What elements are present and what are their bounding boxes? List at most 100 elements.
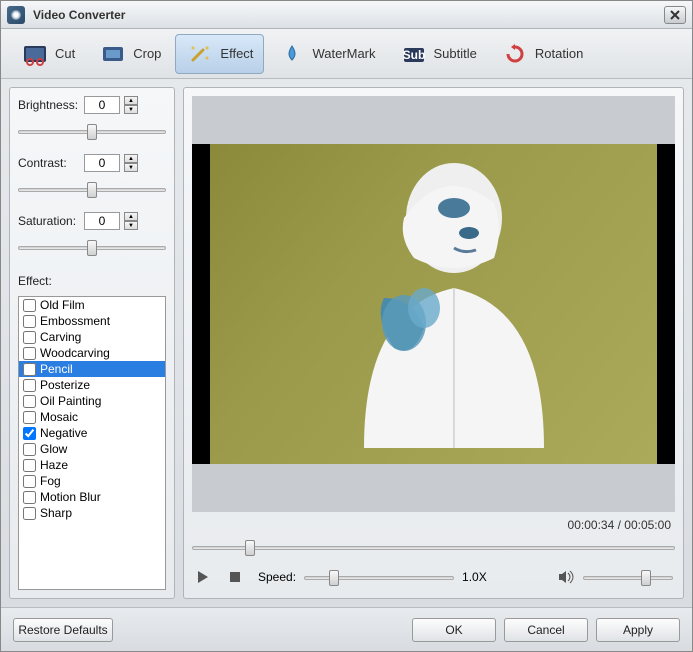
effect-item[interactable]: Woodcarving <box>19 345 165 361</box>
time-display: 00:00:34 / 00:05:00 <box>192 512 675 538</box>
video-converter-window: Video Converter Cut Crop Effect WaterMar… <box>0 0 693 652</box>
brightness-up[interactable]: ▲ <box>124 96 138 105</box>
saturation-input[interactable] <box>84 212 120 230</box>
effect-item[interactable]: Haze <box>19 457 165 473</box>
volume-button[interactable] <box>557 568 575 586</box>
tabbar: Cut Crop Effect WaterMark Sub Subtitle R… <box>1 29 692 79</box>
effect-checkbox[interactable] <box>23 443 36 456</box>
effect-checkbox[interactable] <box>23 475 36 488</box>
close-icon <box>670 10 680 20</box>
effect-checkbox[interactable] <box>23 411 36 424</box>
tab-crop[interactable]: Crop <box>89 35 171 73</box>
effect-checkbox[interactable] <box>23 491 36 504</box>
effect-name: Posterize <box>40 378 90 392</box>
effect-icon <box>186 41 214 67</box>
stop-button[interactable] <box>226 568 244 586</box>
effect-name: Negative <box>40 426 87 440</box>
apply-button[interactable]: Apply <box>596 618 680 642</box>
tab-label: Effect <box>220 46 253 61</box>
ok-button[interactable]: OK <box>412 618 496 642</box>
effect-item[interactable]: Carving <box>19 329 165 345</box>
effect-name: Carving <box>40 330 81 344</box>
video-figure <box>304 148 564 448</box>
tab-effect[interactable]: Effect <box>175 34 264 74</box>
effect-checkbox[interactable] <box>23 427 36 440</box>
bottom-bar: Restore Defaults OK Cancel Apply <box>1 607 692 651</box>
speed-value: 1.0X <box>462 570 487 584</box>
effect-checkbox[interactable] <box>23 363 36 376</box>
contrast-slider[interactable] <box>18 182 166 196</box>
effect-item[interactable]: Fog <box>19 473 165 489</box>
volume-control <box>557 568 673 586</box>
effect-name: Glow <box>40 442 67 456</box>
tab-subtitle[interactable]: Sub Subtitle <box>390 35 487 73</box>
effect-checkbox[interactable] <box>23 459 36 472</box>
current-time: 00:00:34 <box>568 518 615 532</box>
duration: 00:05:00 <box>624 518 671 532</box>
effect-item[interactable]: Oil Painting <box>19 393 165 409</box>
titlebar: Video Converter <box>1 1 692 29</box>
speed-label: Speed: <box>258 570 296 584</box>
effect-list-container: Old Film Embossment Carving Woodcarving Penc… <box>18 296 166 590</box>
speed-control: Speed: 1.0X <box>258 570 543 584</box>
brightness-input[interactable] <box>84 96 120 114</box>
saturation-slider[interactable] <box>18 240 166 254</box>
effect-item[interactable]: Motion Blur <box>19 489 165 505</box>
saturation-up[interactable]: ▲ <box>124 212 138 221</box>
effect-name: Old Film <box>40 298 85 312</box>
effect-name: Mosaic <box>40 410 78 424</box>
saturation-row: Saturation: ▲ ▼ <box>18 212 166 230</box>
brightness-down[interactable]: ▼ <box>124 105 138 114</box>
effect-name: Haze <box>40 458 68 472</box>
crop-icon <box>99 41 127 67</box>
brightness-spinner: ▲ ▼ <box>124 96 138 114</box>
effect-item[interactable]: Sharp <box>19 505 165 521</box>
effect-item[interactable]: Mosaic <box>19 409 165 425</box>
app-icon <box>7 6 25 24</box>
playback-controls: Speed: 1.0X <box>192 564 675 590</box>
tab-watermark[interactable]: WaterMark <box>268 35 385 73</box>
effect-checkbox[interactable] <box>23 379 36 392</box>
effect-list[interactable]: Old Film Embossment Carving Woodcarving Penc… <box>19 297 165 589</box>
stop-icon <box>229 571 241 583</box>
subtitle-icon: Sub <box>400 41 428 67</box>
volume-slider[interactable] <box>583 570 673 584</box>
effect-name: Woodcarving <box>40 346 110 360</box>
effect-checkbox[interactable] <box>23 299 36 312</box>
effect-checkbox[interactable] <box>23 507 36 520</box>
tab-rotation[interactable]: Rotation <box>491 35 593 73</box>
brightness-slider[interactable] <box>18 124 166 138</box>
restore-defaults-button[interactable]: Restore Defaults <box>13 618 113 642</box>
effect-name: Pencil <box>40 362 73 376</box>
effect-name: Embossment <box>40 314 110 328</box>
effect-item[interactable]: Embossment <box>19 313 165 329</box>
contrast-input[interactable] <box>84 154 120 172</box>
effect-checkbox[interactable] <box>23 395 36 408</box>
seek-slider[interactable] <box>192 540 675 554</box>
effect-list-label: Effect: <box>18 274 166 288</box>
tab-label: Crop <box>133 46 161 61</box>
contrast-up[interactable]: ▲ <box>124 154 138 163</box>
tab-cut[interactable]: Cut <box>11 35 85 73</box>
effect-item[interactable]: Old Film <box>19 297 165 313</box>
contrast-down[interactable]: ▼ <box>124 163 138 172</box>
speed-slider[interactable] <box>304 570 454 584</box>
effect-item[interactable]: Pencil <box>19 361 165 377</box>
effect-name: Motion Blur <box>40 490 101 504</box>
effect-item[interactable]: Glow <box>19 441 165 457</box>
effect-checkbox[interactable] <box>23 315 36 328</box>
play-button[interactable] <box>194 568 212 586</box>
close-button[interactable] <box>664 6 686 24</box>
effect-checkbox[interactable] <box>23 347 36 360</box>
cancel-button[interactable]: Cancel <box>504 618 588 642</box>
saturation-label: Saturation: <box>18 214 80 228</box>
contrast-spinner: ▲ ▼ <box>124 154 138 172</box>
effect-item[interactable]: Negative <box>19 425 165 441</box>
contrast-row: Contrast: ▲ ▼ <box>18 154 166 172</box>
rotation-icon <box>501 41 529 67</box>
content-area: Brightness: ▲ ▼ Contrast: ▲ ▼ Saturation… <box>1 79 692 607</box>
effect-checkbox[interactable] <box>23 331 36 344</box>
saturation-down[interactable]: ▼ <box>124 221 138 230</box>
svg-text:Sub: Sub <box>402 48 425 62</box>
effect-item[interactable]: Posterize <box>19 377 165 393</box>
